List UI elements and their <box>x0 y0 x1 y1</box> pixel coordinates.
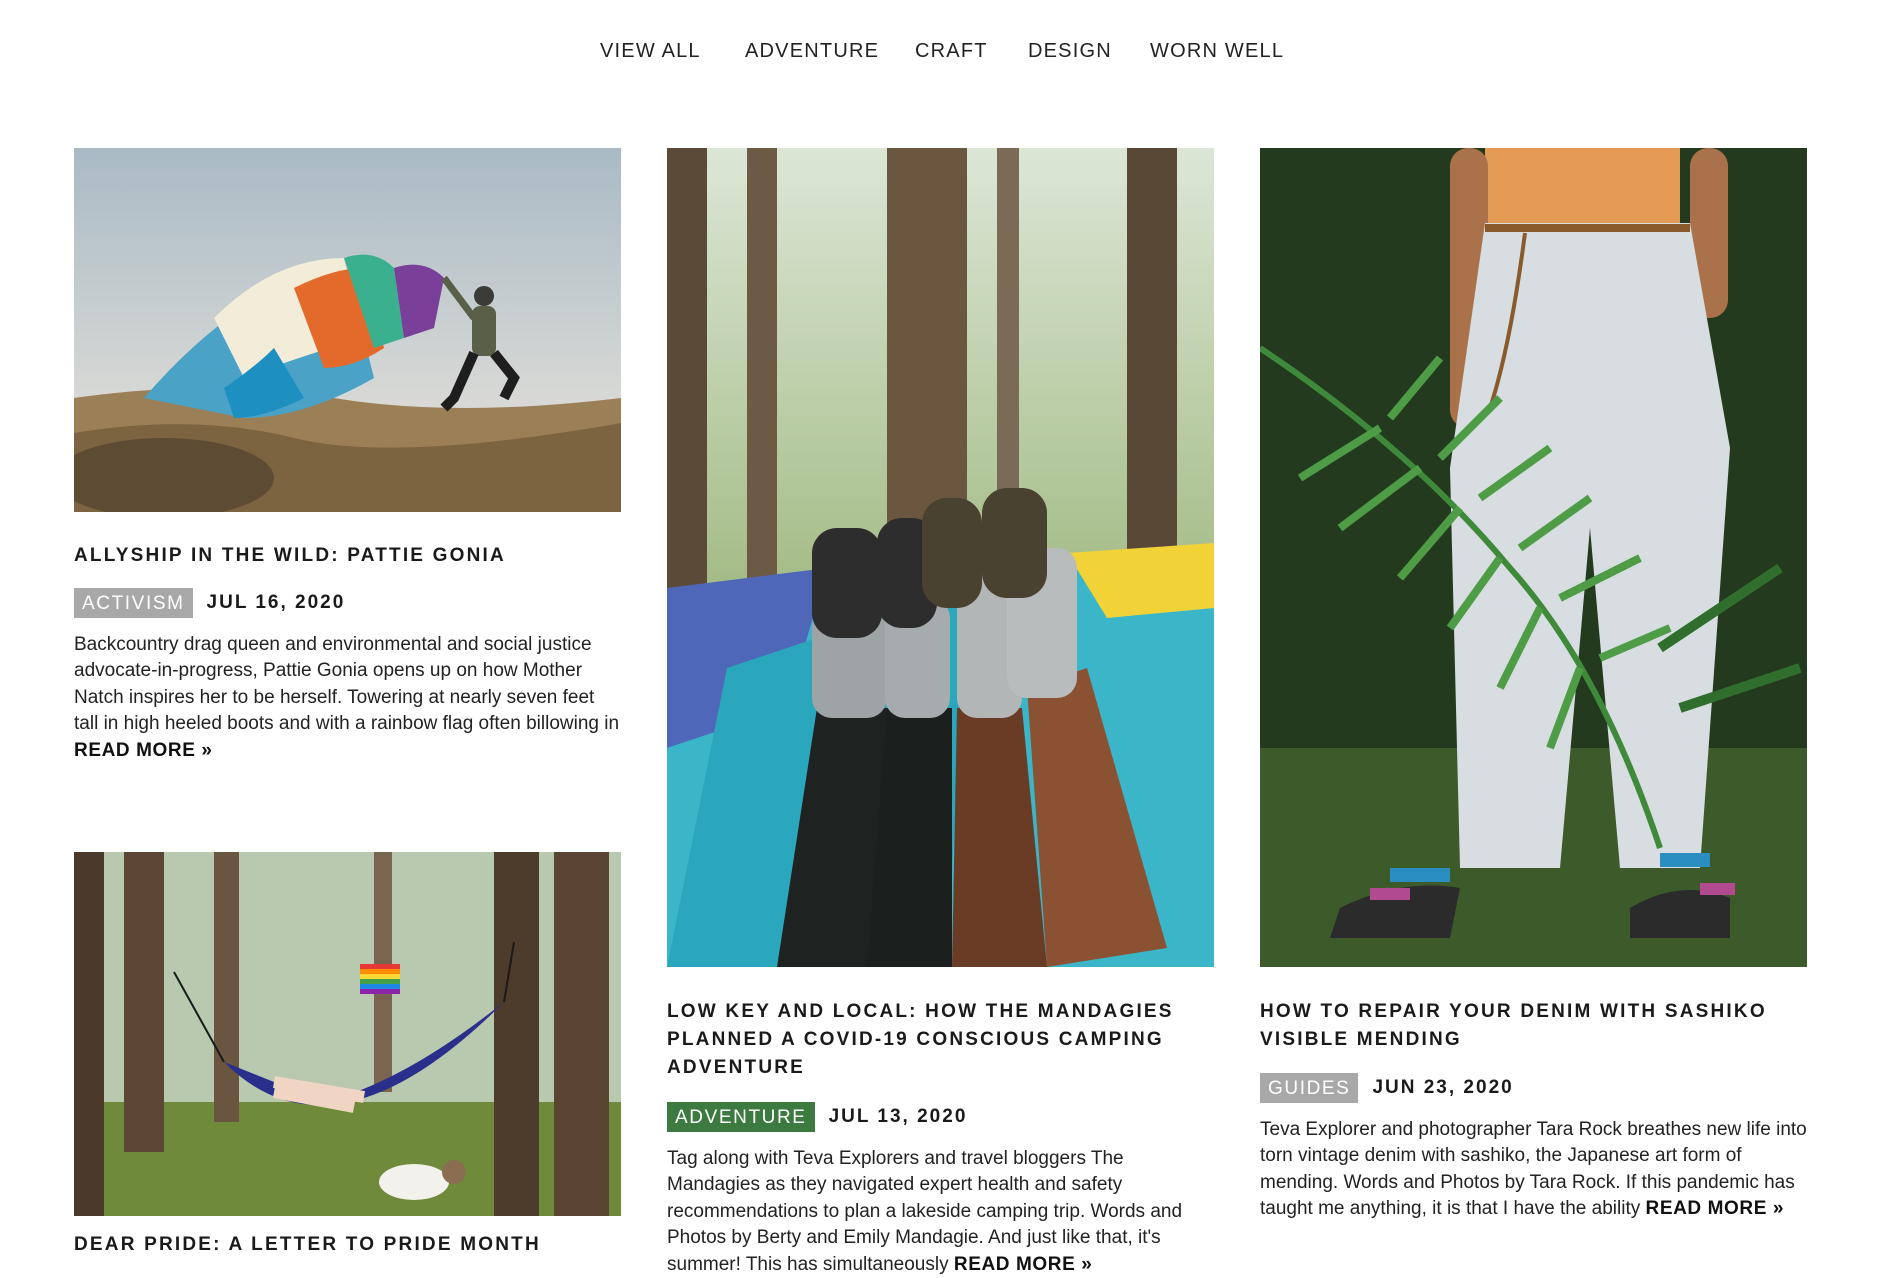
nav-view-all[interactable]: VIEW ALL <box>600 40 701 63</box>
post-excerpt: Backcountry drag queen and environmental… <box>74 632 622 764</box>
post-excerpt-text: Tag along with Teva Explorers and travel… <box>667 1148 1183 1275</box>
post-meta: GUIDES JUN 23, 2020 <box>1260 1073 1514 1103</box>
nav-adventure[interactable]: ADVENTURE <box>745 40 879 63</box>
post-date: JUN 23, 2020 <box>1372 1077 1514 1098</box>
read-more-link[interactable]: READ MORE » <box>1646 1198 1785 1219</box>
post-image-rainbow-flag[interactable] <box>74 148 621 512</box>
forest-hammock-photo <box>74 852 621 1216</box>
post-date: JUL 16, 2020 <box>206 592 346 613</box>
tag-badge-guides[interactable]: GUIDES <box>1260 1073 1359 1103</box>
post-image-hammock-feet[interactable] <box>667 148 1214 967</box>
post-image-forest-hammock[interactable] <box>74 852 621 1216</box>
nav-worn-well[interactable]: WORN WELL <box>1150 40 1284 63</box>
nav-craft[interactable]: CRAFT <box>915 40 988 63</box>
tag-badge-activism[interactable]: ACTIVISM <box>74 588 193 618</box>
post-meta: ACTIVISM JUL 16, 2020 <box>74 588 345 618</box>
tag-badge-adventure[interactable]: ADVENTURE <box>667 1102 815 1132</box>
post-date: JUL 13, 2020 <box>828 1106 968 1127</box>
denim-palm-photo <box>1260 148 1807 967</box>
nav-design[interactable]: DESIGN <box>1028 40 1112 63</box>
post-image-denim-palm[interactable] <box>1260 148 1807 967</box>
hammock-feet-photo <box>667 148 1214 967</box>
post-title[interactable]: LOW KEY AND LOCAL: HOW THE MANDAGIES PLA… <box>667 998 1214 1082</box>
rainbow-flag-photo <box>74 148 621 512</box>
category-nav: VIEW ALL ADVENTURE CRAFT DESIGN WORN WEL… <box>0 0 1892 100</box>
read-more-link[interactable]: READ MORE » <box>954 1254 1093 1275</box>
post-title[interactable]: HOW TO REPAIR YOUR DENIM WITH SASHIKO VI… <box>1260 998 1807 1054</box>
post-excerpt: Teva Explorer and photographer Tara Rock… <box>1260 1117 1808 1223</box>
read-more-link[interactable]: READ MORE » <box>74 740 213 761</box>
post-title[interactable]: ALLYSHIP IN THE WILD: PATTIE GONIA <box>74 542 621 570</box>
post-excerpt: Tag along with Teva Explorers and travel… <box>667 1146 1215 1278</box>
post-excerpt-text: Backcountry drag queen and environmental… <box>74 634 620 735</box>
post-title[interactable]: DEAR PRIDE: A LETTER TO PRIDE MONTH <box>74 1231 621 1259</box>
post-meta: ADVENTURE JUL 13, 2020 <box>667 1102 967 1132</box>
